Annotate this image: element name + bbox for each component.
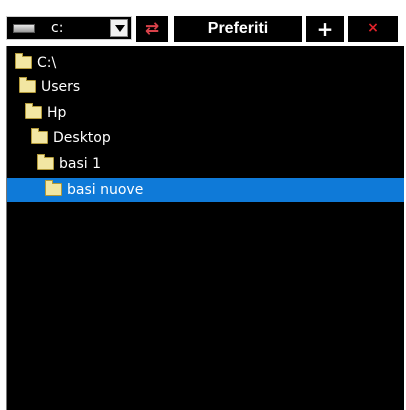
drive-select[interactable]: c: xyxy=(6,16,132,40)
tree-node-label: Hp xyxy=(47,105,67,121)
folder-icon xyxy=(15,53,32,69)
drive-icon xyxy=(13,24,35,33)
refresh-button[interactable]: ⇄ xyxy=(136,16,168,42)
folder-icon xyxy=(45,180,62,196)
chevron-down-icon[interactable] xyxy=(110,19,128,37)
tree-node-users[interactable]: Users xyxy=(7,75,406,99)
folder-tree: C:\ Users Hp Desktop basi 1 basi nuove xyxy=(6,46,406,410)
tree-node-label: C:\ xyxy=(37,55,57,71)
tree-node-hp[interactable]: Hp xyxy=(7,101,406,125)
tree-node-label: basi nuove xyxy=(67,182,144,198)
tree-node-basi-1[interactable]: basi 1 xyxy=(7,152,406,176)
tree-node-desktop[interactable]: Desktop xyxy=(7,126,406,150)
folder-icon xyxy=(19,77,36,93)
add-favorite-button[interactable]: + xyxy=(306,16,344,42)
tree-node-c-drive[interactable]: C:\ xyxy=(7,51,406,75)
remove-favorite-button[interactable]: × xyxy=(348,16,398,42)
refresh-icon: ⇄ xyxy=(144,19,160,39)
folder-icon xyxy=(31,128,48,144)
drive-value: c: xyxy=(51,20,64,36)
tree-node-basi-nuove[interactable]: basi nuove xyxy=(7,178,406,202)
folder-icon xyxy=(25,103,42,119)
tree-node-label: basi 1 xyxy=(59,156,102,172)
tree-node-label: Users xyxy=(41,79,81,95)
toolbar: c: ⇄ Preferiti + × xyxy=(0,0,406,46)
folder-icon xyxy=(37,154,54,170)
favorites-button[interactable]: Preferiti xyxy=(174,16,302,42)
tree-node-label: Desktop xyxy=(53,130,111,146)
